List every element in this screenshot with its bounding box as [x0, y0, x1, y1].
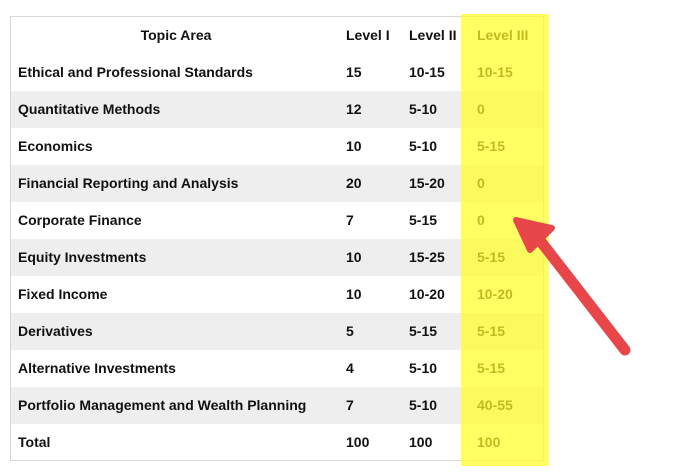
row-level-1: 100: [346, 434, 370, 450]
row-level-2: 5-10: [409, 360, 438, 376]
row-level-3: 0: [477, 212, 485, 228]
row-topic: Total: [18, 434, 51, 450]
header-level-3: Level III: [477, 27, 529, 43]
row-level-2: 10-20: [409, 286, 445, 302]
row-level-1: 10: [346, 249, 362, 265]
row-level-1: 10: [346, 286, 362, 302]
row-level-2: 5-10: [409, 101, 438, 117]
header-level-1: Level I: [346, 27, 390, 43]
table-row: Corporate Finance 7 5-15 0: [11, 202, 543, 239]
row-level-2: 5-15: [409, 323, 438, 339]
row-level-2: 5-15: [409, 212, 438, 228]
table-row: Equity Investments 10 15-25 5-15: [11, 239, 543, 276]
row-level-3: 10-20: [477, 286, 513, 302]
table-row: Financial Reporting and Analysis 20 15-2…: [11, 165, 543, 202]
table-row: Quantitative Methods 12 5-10 0: [11, 91, 543, 128]
row-level-1: 15: [346, 64, 362, 80]
row-topic: Portfolio Management and Wealth Planning: [18, 397, 307, 413]
row-topic: Derivatives: [18, 323, 93, 339]
row-level-1: 10: [346, 138, 362, 154]
row-level-2: 5-10: [409, 397, 438, 413]
row-level-3: 5-15: [477, 249, 506, 265]
row-level-1: 5: [346, 323, 354, 339]
table-row: Alternative Investments 4 5-10 5-15: [11, 350, 543, 387]
row-level-3: 0: [477, 101, 485, 117]
row-topic: Ethical and Professional Standards: [18, 64, 253, 80]
row-level-3: 40-55: [477, 397, 513, 413]
row-level-3: 5-15: [477, 360, 506, 376]
row-topic: Corporate Finance: [18, 212, 142, 228]
table-header-row: Topic Area Level I Level II Level III: [11, 17, 543, 54]
row-level-3: 0: [477, 175, 485, 191]
screenshot-stage: Topic Area Level I Level II Level III Et…: [0, 0, 675, 473]
row-level-2: 15-20: [409, 175, 445, 191]
table-row: Ethical and Professional Standards 15 10…: [11, 54, 543, 91]
row-topic: Fixed Income: [18, 286, 108, 302]
row-level-1: 20: [346, 175, 362, 191]
row-level-2: 10-15: [409, 64, 445, 80]
row-topic: Financial Reporting and Analysis: [18, 175, 239, 191]
row-level-2: 100: [409, 434, 433, 450]
table-row: Derivatives 5 5-15 5-15: [11, 313, 543, 350]
table-row: Economics 10 5-10 5-15: [11, 128, 543, 165]
table-row: Portfolio Management and Wealth Planning…: [11, 387, 543, 424]
row-topic: Quantitative Methods: [18, 101, 161, 117]
topic-weights-table: Topic Area Level I Level II Level III Et…: [10, 16, 544, 461]
row-level-2: 15-25: [409, 249, 445, 265]
table-row: Fixed Income 10 10-20 10-20: [11, 276, 543, 313]
header-topic-area: Topic Area: [140, 27, 212, 43]
row-topic: Equity Investments: [18, 249, 147, 265]
row-level-1: 4: [346, 360, 354, 376]
row-level-3: 10-15: [477, 64, 513, 80]
header-level-2: Level II: [409, 27, 457, 43]
row-level-1: 7: [346, 212, 354, 228]
row-level-3: 5-15: [477, 323, 506, 339]
row-level-3: 100: [477, 434, 501, 450]
row-topic: Alternative Investments: [18, 360, 176, 376]
row-level-1: 7: [346, 397, 354, 413]
row-level-3: 5-15: [477, 138, 506, 154]
table-row-total: Total 100 100 100: [11, 424, 543, 461]
row-level-1: 12: [346, 101, 362, 117]
row-topic: Economics: [18, 138, 93, 154]
row-level-2: 5-10: [409, 138, 438, 154]
